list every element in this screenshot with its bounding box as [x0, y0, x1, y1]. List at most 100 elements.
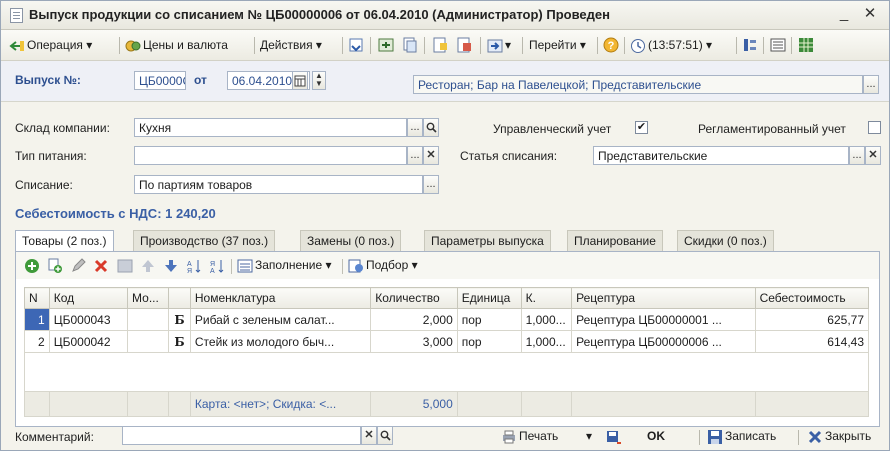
- mgmt-accounting-checkbox[interactable]: ✔: [635, 121, 648, 134]
- close-button[interactable]: Закрыть: [807, 426, 871, 446]
- ok-button[interactable]: OK: [647, 426, 665, 446]
- print-button[interactable]: Печать: [501, 426, 558, 446]
- comment-field[interactable]: [122, 426, 361, 445]
- move-down-icon[interactable]: [163, 258, 179, 274]
- close-window-button[interactable]: ✕: [861, 5, 879, 23]
- svg-text:Я: Я: [187, 268, 192, 274]
- division-select-button[interactable]: ...: [863, 75, 879, 94]
- related-docs-menu[interactable]: ▾: [487, 35, 511, 55]
- movements-icon[interactable]: [456, 37, 472, 53]
- column-header[interactable]: К.: [520, 287, 573, 309]
- search-icon: [380, 430, 391, 441]
- article-select-button[interactable]: ...: [849, 146, 865, 165]
- list-view-icon[interactable]: [770, 37, 786, 53]
- tab-planning[interactable]: Планирование: [567, 230, 663, 251]
- minimize-button[interactable]: _: [835, 5, 853, 23]
- column-header[interactable]: Количество: [370, 287, 458, 309]
- cell-flag: Б: [168, 330, 191, 353]
- warehouse-open-button[interactable]: [423, 118, 439, 137]
- tab-production[interactable]: Производство (37 поз.): [133, 230, 276, 251]
- tab-replacements[interactable]: Замены (0 поз.): [300, 230, 402, 251]
- fill-menu[interactable]: Заполнение ▾: [237, 255, 332, 275]
- cell-recipe[interactable]: Рецептура ЦБ00000001 ...: [571, 308, 756, 331]
- cell-qty[interactable]: 3,000: [370, 330, 458, 353]
- writeoff-select-button[interactable]: ...: [423, 175, 439, 194]
- report-icon[interactable]: [432, 37, 448, 53]
- save-button[interactable]: Записать: [707, 426, 776, 446]
- help-icon[interactable]: ?: [603, 37, 619, 53]
- reg-accounting-checkbox[interactable]: [868, 121, 881, 134]
- sort-asc-icon[interactable]: АЯ: [186, 258, 202, 274]
- column-header[interactable]: N: [24, 287, 50, 309]
- table-row[interactable]: 1 ЦБ000043 Б Рибай с зеленым салат... 2,…: [24, 308, 870, 331]
- post-icon[interactable]: [348, 37, 364, 53]
- warehouse-select-button[interactable]: ...: [407, 118, 423, 137]
- column-header[interactable]: Себестоимость: [754, 287, 870, 309]
- document-number-field[interactable]: ЦБ0000С: [134, 71, 186, 90]
- sort-desc-icon[interactable]: ЯА: [209, 258, 225, 274]
- cell-name[interactable]: Стейк из молодого быч...: [189, 330, 372, 353]
- cell-code[interactable]: ЦБ000043: [48, 308, 129, 331]
- actions-menu[interactable]: Действия ▾: [260, 35, 322, 55]
- history-menu[interactable]: (13:57:51) ▾: [630, 35, 712, 55]
- pick-menu[interactable]: Подбор ▾: [348, 255, 418, 275]
- article-clear-button[interactable]: ✕: [865, 146, 881, 165]
- cell-qty[interactable]: 2,000: [370, 308, 458, 331]
- cell-k[interactable]: 1,000...: [520, 330, 573, 353]
- window-title: Выпуск продукции со списанием № ЦБ000000…: [29, 7, 610, 22]
- column-header[interactable]: Номенклатура: [189, 287, 372, 309]
- writeoff-method-field[interactable]: По партиям товаров: [134, 175, 423, 194]
- column-header[interactable]: [168, 287, 191, 309]
- food-type-clear-button[interactable]: ✕: [423, 146, 439, 165]
- comment-open-button[interactable]: [377, 426, 393, 445]
- comment-clear-button[interactable]: ✕: [361, 426, 377, 445]
- cell-k[interactable]: 1,000...: [520, 308, 573, 331]
- cell-mo[interactable]: [127, 308, 170, 331]
- cell-mo[interactable]: [127, 330, 170, 353]
- delete-row-icon[interactable]: [93, 258, 109, 274]
- svg-text:Я: Я: [210, 261, 215, 268]
- row-number: 2: [24, 330, 50, 353]
- end-edit-icon[interactable]: [117, 258, 133, 274]
- cell-cost[interactable]: 614,43: [754, 330, 870, 353]
- food-type-field[interactable]: [134, 146, 407, 165]
- prices-currency-button[interactable]: Цены и валюта: [125, 35, 228, 55]
- division-field[interactable]: Ресторан; Бар на Павелецкой; Представите…: [413, 75, 863, 94]
- tab-release-params[interactable]: Параметры выпуска: [424, 230, 551, 251]
- tree-icon[interactable]: [742, 37, 758, 53]
- column-header[interactable]: Мо...: [127, 287, 170, 309]
- cell-cost[interactable]: 625,77: [754, 308, 870, 331]
- cell-name[interactable]: Рибай с зеленым салат...: [189, 308, 372, 331]
- writeoff-article-field[interactable]: Представительские: [593, 146, 849, 165]
- print-dropdown[interactable]: ▾: [586, 426, 592, 446]
- date-spinner[interactable]: ▲ ▼: [312, 71, 326, 90]
- calendar-button[interactable]: [292, 71, 308, 90]
- cell-code[interactable]: ЦБ000042: [48, 330, 129, 353]
- grid-icon[interactable]: [798, 37, 814, 53]
- food-type-select-button[interactable]: ...: [407, 146, 423, 165]
- cell-recipe[interactable]: Рецептура ЦБ00000006 ...: [571, 330, 756, 353]
- warehouse-field[interactable]: Кухня: [134, 118, 407, 137]
- copy-icon[interactable]: [402, 37, 418, 53]
- operation-icon: [9, 40, 24, 51]
- tab-goods[interactable]: Товары (2 поз.): [15, 230, 114, 252]
- operation-menu[interactable]: Операция ▾: [9, 35, 92, 55]
- cell-unit[interactable]: пор: [456, 330, 522, 353]
- move-up-icon[interactable]: [140, 258, 156, 274]
- table-row[interactable]: 2 ЦБ000042 Б Стейк из молодого быч... 3,…: [24, 330, 870, 353]
- pick-label: Подбор: [366, 258, 409, 272]
- add-row-icon[interactable]: [24, 258, 40, 274]
- cell-flag: Б: [168, 308, 191, 331]
- goto-menu[interactable]: Перейти ▾: [529, 35, 586, 55]
- copy-row-icon[interactable]: [47, 258, 63, 274]
- reg-accounting-label: Регламентированный учет: [698, 122, 846, 136]
- save-close-icon[interactable]: [606, 430, 622, 446]
- column-header[interactable]: Единица: [456, 287, 522, 309]
- edit-row-icon[interactable]: [70, 258, 86, 274]
- tab-discounts[interactable]: Скидки (0 поз.): [677, 230, 774, 251]
- structure-icon[interactable]: [378, 37, 394, 53]
- column-header[interactable]: Рецептура: [571, 287, 756, 309]
- cell-unit[interactable]: пор: [456, 308, 522, 331]
- document-icon: [10, 8, 23, 23]
- column-header[interactable]: Код: [48, 287, 129, 309]
